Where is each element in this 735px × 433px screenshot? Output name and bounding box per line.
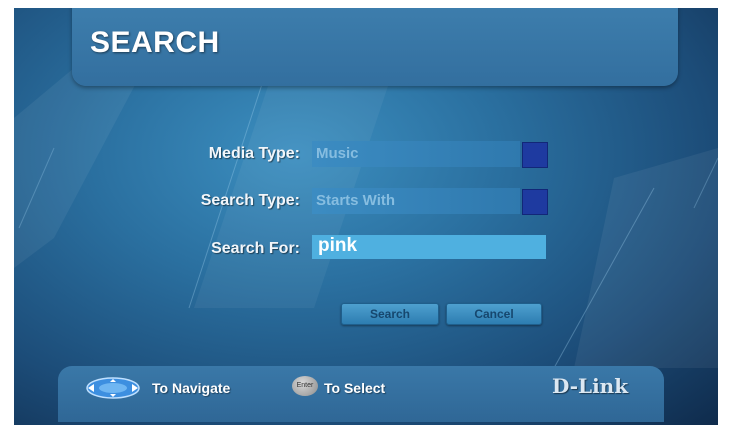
media-type-dropdown-button[interactable] xyxy=(522,142,548,168)
navigate-hint: To Navigate xyxy=(152,380,231,396)
select-hint: To Select xyxy=(324,380,386,396)
search-for-input[interactable]: pink xyxy=(312,235,546,259)
cancel-button[interactable]: Cancel xyxy=(446,303,542,325)
media-type-label: Media Type: xyxy=(208,145,300,162)
enter-key-icon: Enter xyxy=(292,376,318,396)
search-for-label: Search For: xyxy=(211,240,300,257)
search-button[interactable]: Search xyxy=(341,303,439,325)
dlink-logo: D-Link xyxy=(552,374,629,398)
search-type-select[interactable]: Starts With xyxy=(312,188,520,214)
media-type-select[interactable]: Music xyxy=(312,141,520,167)
directional-pad-icon xyxy=(86,377,140,399)
page-title: SEARCH xyxy=(90,26,220,59)
media-type-value: Music xyxy=(316,145,359,162)
search-type-value: Starts With xyxy=(316,192,396,209)
search-screen xyxy=(14,8,718,425)
search-type-label: Search Type: xyxy=(200,192,300,209)
search-type-dropdown-button[interactable] xyxy=(522,189,548,215)
search-for-value: pink xyxy=(318,235,358,256)
